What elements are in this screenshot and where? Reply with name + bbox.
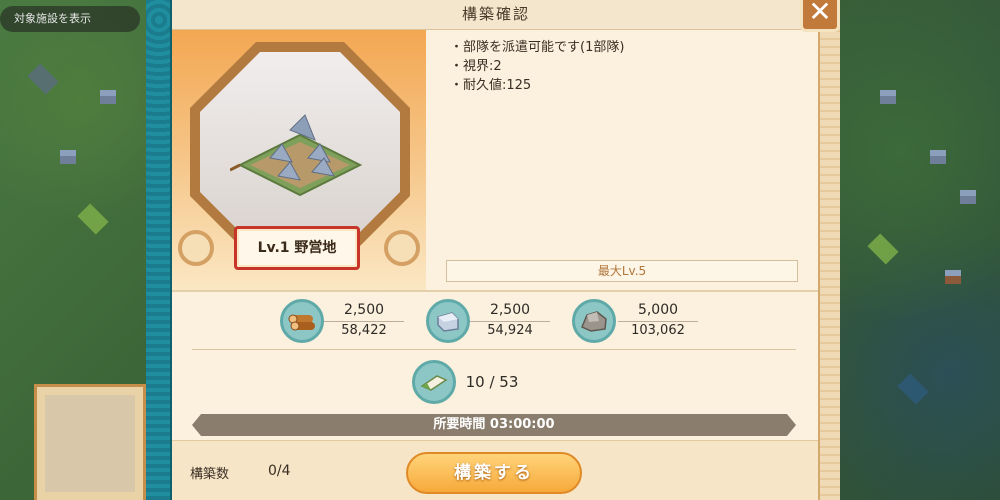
resource-separator [192,349,796,350]
build-count-value: 0/4 [268,463,291,479]
ornament-left [178,230,214,266]
show-target-facilities-button[interactable]: 対象施設を表示 [0,6,140,32]
mini-card-image [45,395,135,492]
wood-divider [324,321,404,322]
iron-owned: 54,924 [487,323,533,338]
map-building [100,90,116,104]
stone-owned: 103,062 [631,323,685,338]
dialog-title: 構築確認 [172,0,820,30]
build-button[interactable]: 構築する [406,452,582,494]
close-button[interactable]: ✕ [800,0,840,32]
build-ticket-count: 10 / 53 [465,373,519,391]
stone-cost: 5,000 [637,302,679,318]
map-building [880,90,896,104]
panel-right-border [818,0,840,500]
max-level-label: 最大Lv.5 [446,260,798,282]
build-count-label: 構築数 [190,467,230,482]
map-building [930,150,946,164]
wood-icon [280,299,324,343]
wood-cost: 2,500 [343,302,385,318]
iron-cost: 2,500 [489,302,531,318]
stone-icon [572,299,616,343]
effect-line: ・部隊を派遣可能です(1部隊) [450,40,625,55]
building-preview-area: Lv.1 野営地 [172,30,426,290]
iron-divider [470,321,550,322]
map-building [960,190,976,204]
map-building [945,270,961,284]
wood-owned: 58,422 [341,323,387,338]
stone-divider [618,321,698,322]
building-effects-list: ・部隊を派遣可能です(1部隊) ・視界:2 ・耐久値:125 [450,38,624,95]
section-divider [172,290,820,292]
map-building [60,150,76,164]
ornament-right [384,230,420,266]
iron-icon [426,299,470,343]
build-ticket-icon [412,360,456,404]
map-selected-building-card[interactable] [34,384,146,500]
building-level-name: Lv.1 野営地 [234,226,360,270]
effect-line: ・視界:2 [450,59,502,74]
effect-line: ・耐久値:125 [450,78,532,93]
camp-building-image [230,114,363,197]
panel-left-border [146,0,172,500]
build-confirm-dialog: 構築確認 Lv.1 野営地 ・部隊を派遣可能です(1部隊) ・視界:2 ・耐久値… [172,0,820,500]
time-required-bar: 所要時間 03:00:00 [192,414,796,436]
